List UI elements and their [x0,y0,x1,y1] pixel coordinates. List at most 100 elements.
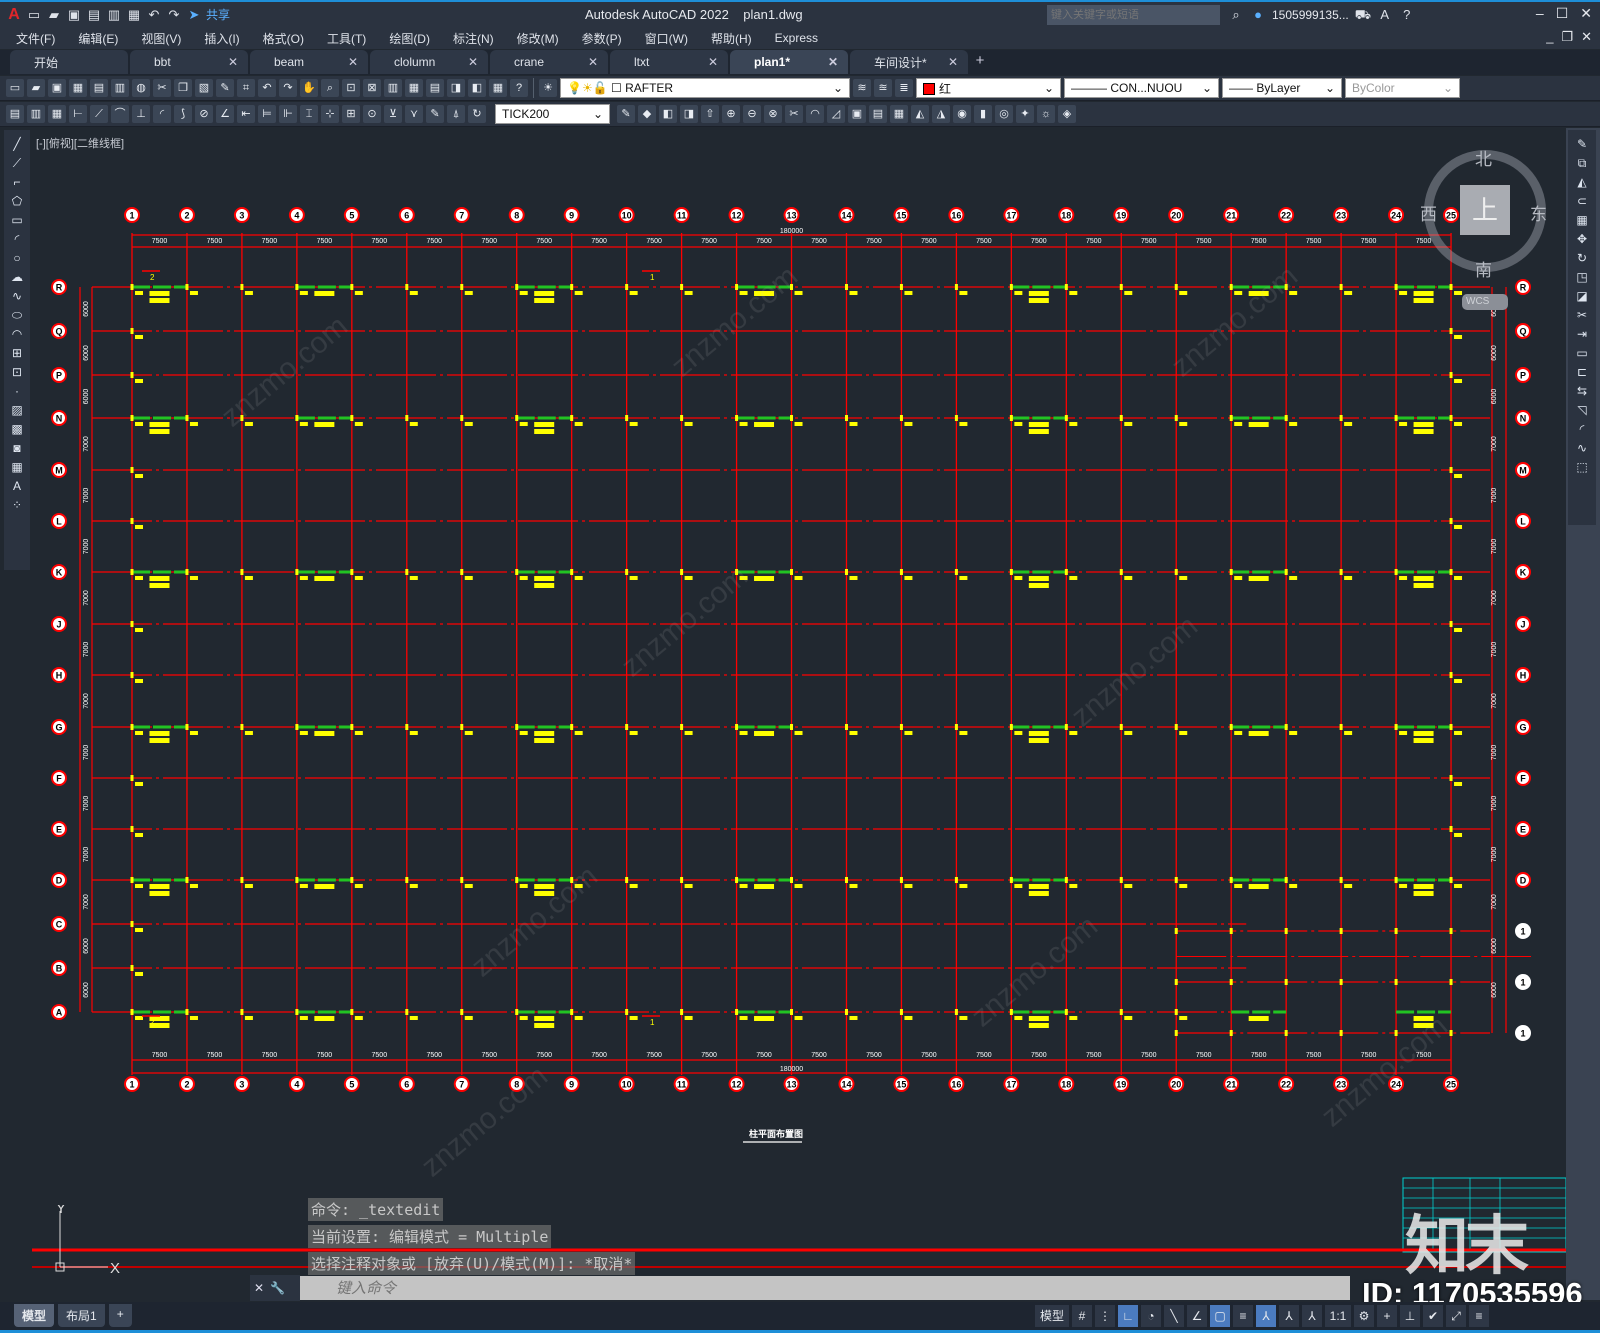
isodraft-icon[interactable]: ╲ [1164,1305,1184,1327]
solid3-icon[interactable]: ◨ [680,105,698,123]
lineweight-dropdown[interactable]: —— ByLayer ⌄ [1222,78,1342,98]
viewport-controls[interactable]: [-][俯视][二维线框] [36,135,124,151]
update-icon[interactable]: ↻ [468,105,486,123]
table-icon[interactable]: ▦ [9,459,25,475]
zoom-realtime-icon[interactable]: ⌕ [321,79,339,97]
arc-dim-icon[interactable]: ⌒ [111,105,129,123]
spline-icon[interactable]: ∿ [9,288,25,304]
viewcube-west[interactable]: 西 [1420,200,1437,225]
doc-restore-icon[interactable]: ❐ [1561,29,1573,45]
torus-icon[interactable]: ◎ [995,105,1013,123]
inspect-icon[interactable]: ⊻ [384,105,402,123]
dimstyle-icon[interactable]: ✎ [617,105,635,123]
light-icon[interactable]: ☼ [1037,105,1055,123]
copy-icon[interactable]: ⧉ [1574,155,1590,171]
wcs-menu[interactable]: WCS [1462,294,1508,310]
subtract-icon[interactable]: ⊖ [743,105,761,123]
arc-icon[interactable]: ◜ [9,231,25,247]
menu-item[interactable]: 文件(F) [16,30,55,47]
plot-icon[interactable]: ▦ [69,79,87,97]
snap-icon[interactable]: ⋮ [1095,1305,1115,1327]
workspace-gear-icon[interactable]: ⚙ [1354,1305,1374,1327]
plot-preview-icon[interactable]: ▤ [90,79,108,97]
mirror-icon[interactable]: ◭ [1574,174,1590,190]
center-mark-icon[interactable]: ⊙ [363,105,381,123]
wedge-icon[interactable]: ◭ [911,105,929,123]
layer-previous-icon[interactable]: ≋ [853,79,871,97]
new-icon[interactable]: ▭ [6,79,24,97]
layer-props-icon[interactable]: ▤ [6,105,24,123]
color-dropdown[interactable]: 红 ⌄ [916,78,1061,98]
zoom-window-icon[interactable]: ⊡ [342,79,360,97]
file-tab[interactable]: 开始 [10,50,128,74]
maximize-icon[interactable]: ☐ [1556,5,1569,22]
plot-icon[interactable]: ▦ [126,7,142,23]
construction-line-icon[interactable]: ⟋ [9,155,25,171]
drawing-canvas[interactable]: 7500 7500 7500 7500 7500 7500 7500 7500 7500 7500… [32,128,1566,1300]
layer-iso-icon[interactable]: ≣ [895,79,913,97]
add-selected-icon[interactable]: ⁘ [9,497,25,513]
menu-item[interactable]: 帮助(H) [711,30,752,47]
linear-dim-icon[interactable]: ⊢ [69,105,87,123]
ordinate-dim-icon[interactable]: ⊥ [132,105,150,123]
trim-icon[interactable]: ✂ [1574,307,1590,323]
doc-close-icon[interactable]: ✕ [1581,29,1592,45]
block-editor-icon[interactable]: ⌗ [237,79,255,97]
menu-item[interactable]: Express [775,31,818,45]
break-dim-icon[interactable]: ⊹ [321,105,339,123]
pan-icon[interactable]: ✋ [300,79,318,97]
file-tab[interactable]: plan1* ✕ [730,50,848,74]
layer-dropdown[interactable]: 💡☀🔓 ☐ RAFTER ⌄ [560,78,850,98]
linetype-dropdown[interactable]: ——— CON...NUOU ⌄ [1064,78,1219,98]
layer-off-icon[interactable]: ▦ [48,105,66,123]
menu-item[interactable]: 工具(T) [327,30,366,47]
tab-close-icon[interactable]: ✕ [348,55,358,69]
plotstyle-dropdown[interactable]: ByColor ⌄ [1345,78,1460,98]
intersect-icon[interactable]: ⊗ [764,105,782,123]
fillet-icon[interactable]: ◜ [1574,421,1590,437]
viewcube-east[interactable]: 东 [1530,200,1547,225]
minimize-icon[interactable]: – [1536,5,1544,22]
save-as-icon[interactable]: ▤ [86,7,102,23]
stretch-icon[interactable]: ◪ [1574,288,1590,304]
scale-dropdown[interactable]: 1:1 [1325,1305,1351,1327]
jog-line-icon[interactable]: ⋎ [405,105,423,123]
viewcube-north[interactable]: 北 [1475,145,1492,170]
open-icon[interactable]: ▰ [27,79,45,97]
material-icon[interactable]: ◈ [1058,105,1076,123]
help-search-input[interactable] [1047,5,1220,25]
ellipse-arc-icon[interactable]: ◠ [9,326,25,342]
redo-icon[interactable]: ↷ [279,79,297,97]
cone-icon[interactable]: ◮ [932,105,950,123]
file-tab[interactable]: ltxt ✕ [610,50,728,74]
dimtedit-icon[interactable]: ⍋ [447,105,465,123]
close-icon[interactable]: ✕ [1580,5,1592,22]
break-at-point-icon[interactable]: ▭ [1574,345,1590,361]
zoom-previous-icon[interactable]: ⊠ [363,79,381,97]
section-icon[interactable]: ▤ [869,105,887,123]
ellipse-icon[interactable]: ⬭ [9,307,25,323]
annotation-visibility-icon[interactable]: ⅄ [1256,1305,1276,1327]
circle-icon[interactable]: ○ [9,250,25,266]
design-center-icon[interactable]: ▦ [405,79,423,97]
paste-icon[interactable]: ▧ [195,79,213,97]
tab-close-icon[interactable]: ✕ [228,55,238,69]
fullscreen-icon[interactable]: ⤢ [1446,1305,1466,1327]
box-icon[interactable]: ▦ [890,105,908,123]
break-icon[interactable]: ⊏ [1574,364,1590,380]
tab-model[interactable]: 模型 [14,1304,55,1327]
menu-item[interactable]: 编辑(E) [78,30,118,47]
doc-minimize-icon[interactable]: _ [1546,29,1553,45]
tab-close-icon[interactable]: ✕ [588,55,598,69]
gradient-icon[interactable]: ▩ [9,421,25,437]
close-command-line-icon[interactable]: ✕ [254,1281,264,1295]
menu-item[interactable]: 标注(N) [453,30,494,47]
user-icon[interactable]: ● [1250,7,1266,23]
viewcube-top-face[interactable]: 上 [1460,185,1510,235]
erase-icon[interactable]: ✎ [1574,136,1590,152]
tab-layout1[interactable]: 布局1 [58,1304,105,1327]
annotation-scale-icon[interactable]: ⅄ [1302,1305,1322,1327]
chamfer-icon[interactable]: ◿ [827,105,845,123]
lineweight-icon[interactable]: ≡ [1233,1305,1253,1327]
dimstyle-dropdown[interactable]: TICK200 ⌄ [495,104,610,124]
